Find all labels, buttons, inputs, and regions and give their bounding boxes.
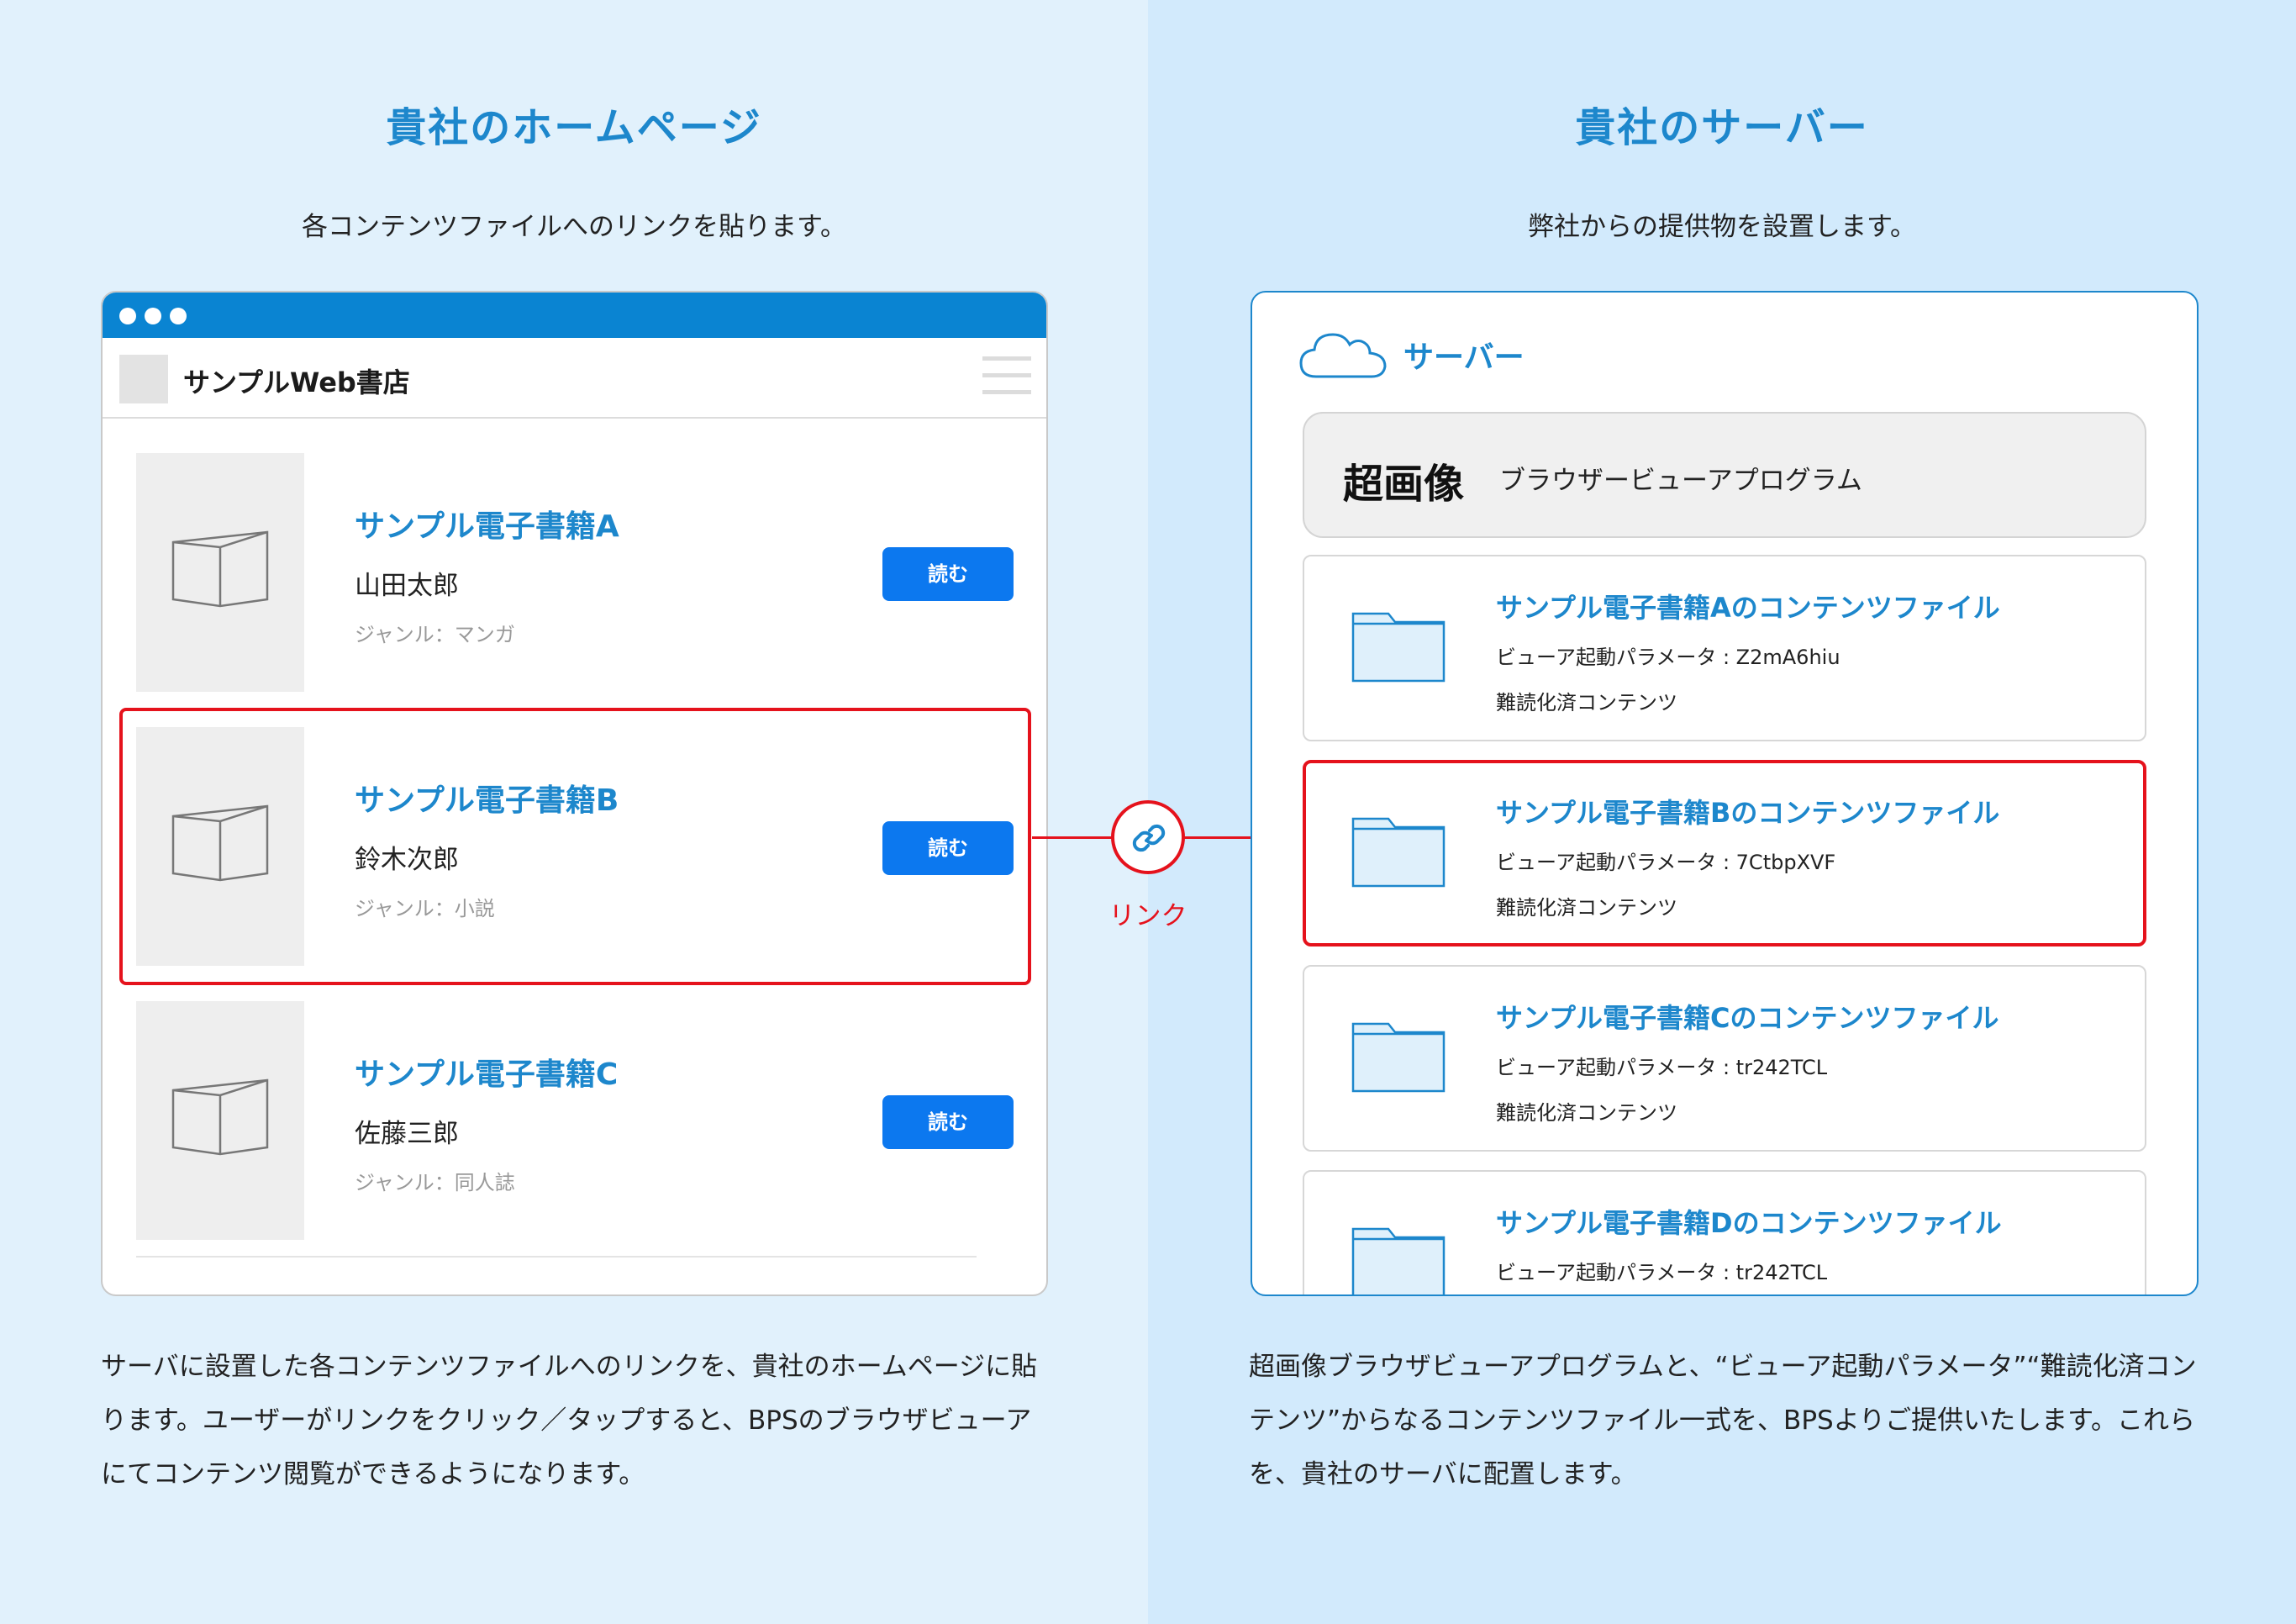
content-file-card: サンプル電子書籍Aのコンテンツファイル ビューア起動パラメータ : Z2mA6h… (1303, 555, 2146, 741)
highlight-frame (119, 708, 1031, 985)
book-genre: ジャンル：マンガ (355, 623, 515, 646)
viewer-param: ビューア起動パラメータ : tr242TCL (1496, 1261, 1828, 1284)
file-title: サンプル電子書籍Bのコンテンツファイル (1496, 797, 2000, 829)
viewer-program-box: 超画像 ブラウザービューアプログラム (1303, 412, 2146, 538)
book-author: 佐藤三郎 (355, 1119, 459, 1149)
read-button[interactable]: 読む (882, 547, 1014, 601)
viewer-param: ビューア起動パラメータ : tr242TCL (1496, 1056, 1828, 1079)
file-title: サンプル電子書籍Cのコンテンツファイル (1496, 1002, 1999, 1034)
book-title[interactable]: サンプル電子書籍A (355, 502, 619, 546)
server-label: サーバー (1403, 340, 1525, 375)
viewer-param: ビューア起動パラメータ : Z2mA6hiu (1496, 646, 1840, 669)
content-file-card: サンプル電子書籍Dのコンテンツファイル ビューア起動パラメータ : tr242T… (1303, 1170, 2146, 1294)
obfuscated-content: 難読化済コンテンツ (1496, 691, 1677, 714)
book-cover (136, 1001, 304, 1240)
diagram-page: 貴社のホームページ 各コンテンツファイルへのリンクを貼ります。 サーバに設置した… (0, 0, 2296, 1624)
homepage-subheading: 各コンテンツファイルへのリンクを貼ります。 (302, 212, 846, 242)
link-label: リンク (1109, 901, 1187, 931)
site-logo (119, 355, 168, 403)
window-dot-icon (119, 308, 136, 324)
server-heading: 貴社のサーバー (1575, 104, 1869, 151)
book-cover (136, 453, 304, 692)
link-badge (1111, 800, 1185, 874)
book-genre: ジャンル：同人誌 (355, 1171, 515, 1194)
browser-title-bar (103, 293, 1046, 338)
read-button[interactable]: 読む (882, 1095, 1014, 1149)
viewer-param: ビューア起動パラメータ : 7CtbpXVF (1496, 851, 1836, 874)
homepage-description: サーバに設置した各コンテンツファイルへのリンクを、貴社のホームページに貼ります。… (101, 1352, 1038, 1490)
connector-line (1032, 836, 1113, 839)
obfuscated-content: 難読化済コンテンツ (1496, 896, 1677, 920)
book-item: サンプル電子書籍C 佐藤三郎 ジャンル：同人誌 読む (136, 1001, 1014, 1240)
cloud-icon (1299, 333, 1387, 378)
open-book-icon (171, 530, 269, 608)
server-box: サーバー 超画像 ブラウザービューアプログラム サンプル電子書籍Aのコンテンツフ… (1251, 291, 2199, 1296)
server-description: 超画像ブラウザビューアプログラムと、“ビューア起動パラメータ”“難読化済コンテン… (1249, 1352, 2197, 1490)
obfuscated-content: 難読化済コンテンツ (1496, 1101, 1677, 1125)
program-name: ブラウザービューアプログラム (1499, 466, 1862, 496)
browser-window: サンプルWeb書店 サンプル電子書籍A 山田太郎 ジャンル：マンガ 読む サンプ… (101, 291, 1048, 1296)
link-icon (1132, 824, 1166, 852)
server-subheading: 弊社からの提供物を設置します。 (1528, 212, 1916, 242)
program-logo: 超画像 (1343, 461, 1465, 508)
book-title[interactable]: サンプル電子書籍C (355, 1050, 618, 1094)
file-title: サンプル電子書籍Dのコンテンツファイル (1496, 1207, 2002, 1239)
content-file-card: サンプル電子書籍Cのコンテンツファイル ビューア起動パラメータ : tr242T… (1303, 965, 2146, 1152)
site-header: サンプルWeb書店 (103, 338, 1046, 419)
window-dot-icon (145, 308, 161, 324)
site-title: サンプルWeb書店 (183, 366, 410, 398)
hamburger-menu-icon[interactable] (982, 356, 1031, 398)
folder-icon (1351, 612, 1446, 683)
folder-icon (1351, 1227, 1446, 1294)
content-file-card-selected: サンプル電子書籍Bのコンテンツファイル ビューア起動パラメータ : 7CtbpX… (1303, 760, 2146, 946)
file-title: サンプル電子書籍Aのコンテンツファイル (1496, 592, 2000, 624)
book-author: 山田太郎 (355, 571, 459, 601)
folder-icon (1351, 817, 1446, 888)
window-dot-icon (170, 308, 187, 324)
book-item: サンプル電子書籍A 山田太郎 ジャンル：マンガ 読む (136, 453, 1014, 692)
folder-icon (1351, 1022, 1446, 1093)
divider (136, 1256, 977, 1258)
open-book-icon (171, 1078, 269, 1156)
homepage-heading: 貴社のホームページ (386, 104, 762, 151)
